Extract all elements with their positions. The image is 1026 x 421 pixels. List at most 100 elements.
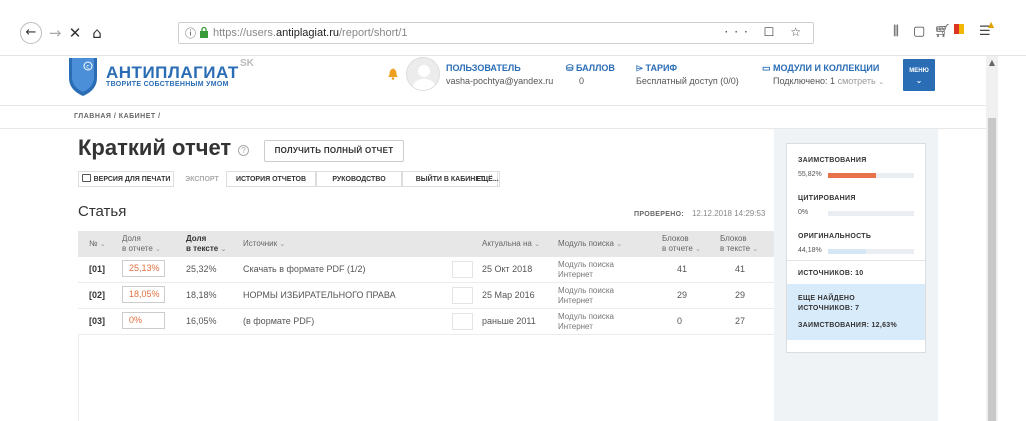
printer-icon	[81, 174, 91, 182]
tariff-value: Бесплатный доступ (0/0)	[636, 76, 739, 86]
scroll-thumb[interactable]	[988, 118, 996, 421]
guide-button[interactable]: РУКОВОДСТВО	[316, 171, 402, 187]
forward-arrow-icon[interactable]: →	[44, 22, 66, 44]
flag-icon[interactable]	[953, 23, 965, 39]
stop-icon[interactable]: ✕	[64, 22, 86, 44]
bell-icon[interactable]	[388, 68, 398, 80]
source-toggle[interactable]	[452, 287, 473, 304]
print-version-button[interactable]: ВЕРСИЯ ДЛЯ ПЕЧАТИ	[78, 171, 174, 187]
source-link[interactable]: НОРМЫ ИЗБИРАТЕЛЬНОГО ПРАВА	[243, 290, 396, 300]
cite-value: 0%	[798, 209, 809, 216]
export-button[interactable]: ЭКСПОРТ	[180, 171, 224, 187]
section-title: Статья	[78, 203, 127, 220]
tariff-label: ТАРИФ	[645, 63, 678, 73]
library-icon[interactable]: ⫼	[893, 24, 899, 39]
borrow-label: ЗАИМСТВОВАНИЯ	[798, 157, 867, 164]
blocks-report-value: 29	[677, 290, 688, 300]
user-label: ПОЛЬЗОВАТЕЛЬ	[446, 63, 521, 73]
checked-date: ПРОВЕРЕНО: 12.12.2018 14:29:53	[634, 209, 766, 218]
row-num: [03]	[89, 316, 106, 326]
breadcrumb-row: ГЛАВНАЯ / КАБИНЕТ /	[0, 107, 986, 129]
col-blocks-report[interactable]: Блоков в отчете ⌄	[662, 234, 701, 254]
scrollbar[interactable]: ▲	[986, 56, 998, 421]
user-info[interactable]: ПОЛЬЗОВАТЕЛЬ vasha-pochtya@yandex.ru	[446, 62, 553, 88]
more-found-title: ЕЩЕ НАЙДЕНО ИСТОЧНИКОВ: 7	[798, 295, 860, 312]
more-button[interactable]: ЕЩЁ...	[476, 171, 500, 187]
table-empty-area	[78, 335, 774, 421]
row-num: [02]	[89, 290, 106, 300]
scroll-up-icon[interactable]: ▲	[986, 58, 998, 67]
antiplagiat-logo-icon[interactable]: c	[68, 58, 98, 96]
folder-icon: ▭	[762, 63, 774, 73]
menu-label: МЕНЮ	[909, 68, 929, 74]
cite-label: ЦИТИРОВАНИЯ	[798, 195, 856, 202]
table-row[interactable]: [02] 18,05% 18,18% НОРМЫ ИЗБИРАТЕЛЬНОГО …	[78, 283, 774, 309]
sources-count[interactable]: ИСТОЧНИКОВ: 10	[798, 270, 864, 277]
sidebar-icon[interactable]: ▢	[913, 24, 925, 39]
report-history-button[interactable]: ИСТОРИЯ ОТЧЕТОВ	[226, 171, 316, 187]
col-module[interactable]: Модуль поиска ⌄	[558, 239, 622, 249]
lock-icon	[200, 26, 208, 38]
tag-icon: ⌲	[636, 63, 646, 73]
table-row[interactable]: [03] 0% 16,05% (в формате PDF) раньше 20…	[78, 309, 774, 335]
logo-text[interactable]: АНТИПЛАГИАТ	[106, 63, 239, 83]
home-icon[interactable]: ⌂	[86, 22, 108, 44]
source-toggle[interactable]	[452, 261, 473, 278]
page-title: Краткий отчет	[78, 135, 232, 160]
blocks-text-value: 41	[735, 264, 746, 274]
originality-bar	[828, 249, 914, 254]
actual-date: раньше 2011	[482, 316, 536, 326]
borrow-value: 55,82%	[798, 171, 822, 178]
share-report-value[interactable]: 25,13%	[122, 260, 165, 277]
stats-card: ЗАИМСТВОВАНИЯ 55,82% ЦИТИРОВАНИЯ 0% ОРИГ…	[786, 143, 926, 353]
help-icon[interactable]: ?	[238, 145, 249, 156]
svg-text:c: c	[86, 63, 89, 70]
source-link[interactable]: Скачать в формате PDF (1/2)	[243, 264, 365, 274]
share-text-value: 16,05%	[186, 316, 217, 326]
modules-value: Подключено: 1	[773, 76, 836, 86]
modules-view-link[interactable]: смотреть	[838, 76, 876, 86]
more-found-box[interactable]: ЕЩЕ НАЙДЕНО ИСТОЧНИКОВ: 7 ЗАИМСТВОВАНИЯ: …	[787, 284, 925, 340]
blocks-text-value: 27	[735, 316, 746, 326]
info-icon[interactable]: ⓘ	[185, 25, 196, 41]
site-header: c АНТИПЛАГИАТ ТВОРИТЕ СОБСТВЕННЫМ УМОМ S…	[0, 56, 986, 106]
borrow-bar-fill	[828, 173, 876, 178]
divider	[787, 260, 925, 261]
breadcrumb[interactable]: ГЛАВНАЯ / КАБИНЕТ /	[74, 113, 161, 120]
share-report-value[interactable]: 0%	[122, 312, 165, 329]
chevron-down-icon[interactable]: ⌄	[878, 78, 884, 86]
search-module: Модуль поиска Интернет	[558, 260, 614, 279]
search-module: Модуль поиска Интернет	[558, 312, 614, 331]
cart-icon[interactable]: 🛒︎	[934, 24, 951, 39]
col-share-text[interactable]: Доля в тексте ⌄	[186, 234, 226, 254]
source-link[interactable]: (в формате PDF)	[243, 316, 314, 326]
address-bar[interactable]: ⓘ https://users.antiplagiat.ru/report/sh…	[178, 22, 814, 44]
share-text-value: 25,32%	[186, 264, 217, 274]
col-source[interactable]: Источник ⌄	[243, 239, 285, 249]
share-report-value[interactable]: 18,05%	[122, 286, 165, 303]
source-toggle[interactable]	[452, 313, 473, 330]
table-header: № ⌄ Доля в отчете ⌄ Доля в тексте ⌄ Источн…	[78, 231, 774, 257]
blocks-report-value: 41	[677, 264, 688, 274]
back-arrow-icon[interactable]: ←	[20, 22, 42, 44]
col-num[interactable]: № ⌄	[89, 239, 106, 249]
tariff-info[interactable]: ⌲ ТАРИФ Бесплатный доступ (0/0)	[636, 62, 739, 88]
page-actions-icon[interactable]: ··· ☐ ☆	[724, 25, 807, 39]
modules-label: МОДУЛИ И КОЛЛЕКЦИИ	[773, 63, 880, 73]
logo-tagline: ТВОРИТЕ СОБСТВЕННЫМ УМОМ	[106, 81, 229, 88]
avatar[interactable]	[406, 57, 440, 91]
table-row[interactable]: [01] 25,13% 25,32% Скачать в формате PDF…	[78, 257, 774, 283]
menu-button[interactable]: МЕНЮ ⌄	[903, 59, 935, 91]
blocks-report-value: 0	[677, 316, 683, 326]
col-blocks-text[interactable]: Блоков в тексте ⌄	[720, 234, 758, 254]
col-actual[interactable]: Актуальна на ⌄	[482, 239, 540, 249]
modules-info[interactable]: ▭ МОДУЛИ И КОЛЛЕКЦИИ Подключено: 1 смотр…	[762, 62, 884, 89]
points-info: ⛁ БАЛЛОВ 0	[566, 62, 615, 88]
originality-value: 44,18%	[798, 247, 822, 254]
share-text-value: 18,18%	[186, 290, 217, 300]
actual-date: 25 Окт 2018	[482, 264, 533, 274]
points-label: БАЛЛОВ	[576, 63, 615, 73]
full-report-button[interactable]: ПОЛУЧИТЬ ПОЛНЫЙ ОТЧЕТ	[264, 140, 404, 162]
col-share-report[interactable]: Доля в отчете ⌄	[122, 234, 161, 254]
warning-icon: ▲	[988, 20, 995, 29]
